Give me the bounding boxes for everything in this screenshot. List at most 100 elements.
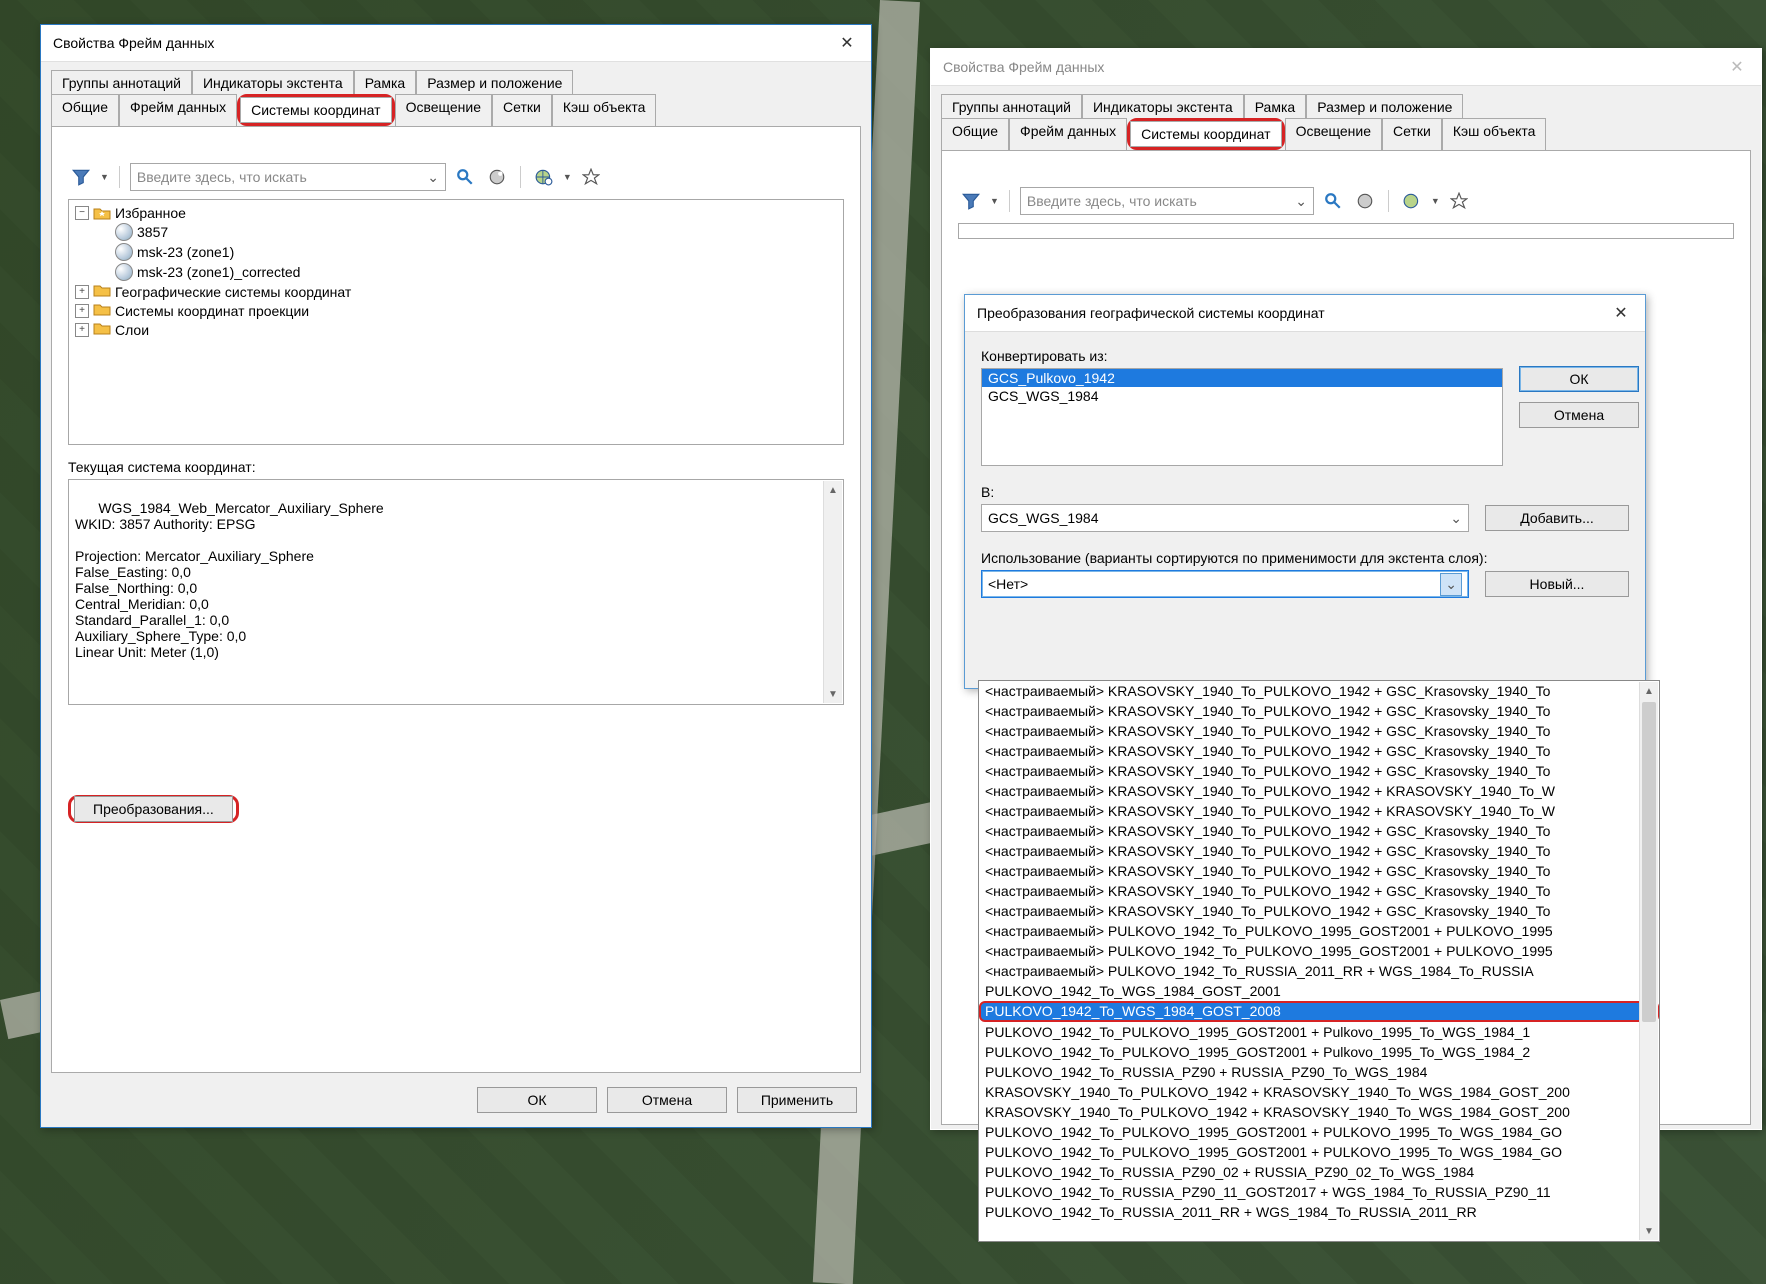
favorites-label[interactable]: Избранное (115, 205, 186, 221)
transformations-button[interactable]: Преобразования... (74, 796, 233, 822)
scrollbar[interactable]: ▲ ▼ (823, 481, 842, 703)
dropdown-item[interactable]: <настраиваемый> KRASOVSKY_1940_To_PULKOV… (979, 821, 1659, 841)
close-icon[interactable]: ✕ (1601, 299, 1641, 327)
dropdown-item[interactable]: <настраиваемый> KRASOVSKY_1940_To_PULKOV… (979, 901, 1659, 921)
favorite-star-icon[interactable] (1446, 188, 1472, 214)
search-icon[interactable] (1320, 188, 1346, 214)
tab-size-position[interactable]: Размер и положение (1306, 94, 1463, 119)
dropdown-item[interactable]: PULKOVO_1942_To_RUSSIA_PZ90 + RUSSIA_PZ9… (979, 1062, 1659, 1082)
list-item[interactable]: GCS_WGS_1984 (982, 387, 1502, 405)
scroll-up-icon[interactable]: ▲ (1640, 682, 1658, 700)
dropdown-caret-icon[interactable]: ▼ (990, 196, 999, 206)
expand-toggle[interactable]: + (75, 285, 89, 299)
tab-extent-indicators[interactable]: Индикаторы экстента (192, 70, 354, 95)
favorite-star-icon[interactable] (578, 164, 604, 190)
scrollbar[interactable]: ▲ ▼ (1639, 682, 1658, 1240)
dropdown-item[interactable]: <настраиваемый> KRASOVSKY_1940_To_PULKOV… (979, 741, 1659, 761)
dropdown-item[interactable]: <настраиваемый> KRASOVSKY_1940_To_PULKOV… (979, 681, 1659, 701)
tab-feature-cache[interactable]: Кэш объекта (552, 94, 657, 126)
search-icon[interactable] (452, 164, 478, 190)
search-input[interactable]: Введите здесь, что искать ⌄ (130, 163, 446, 191)
titlebar[interactable]: Свойства Фрейм данных ✕ (931, 49, 1761, 86)
tab-general[interactable]: Общие (51, 94, 119, 126)
dropdown-item[interactable]: PULKOVO_1942_To_WGS_1984_GOST_2001 (979, 981, 1659, 1001)
scroll-down-icon[interactable]: ▼ (824, 685, 842, 703)
dropdown-item[interactable]: KRASOVSKY_1940_To_PULKOVO_1942 + KRASOVS… (979, 1082, 1659, 1102)
titlebar[interactable]: Свойства Фрейм данных ✕ (41, 25, 871, 62)
chevron-down-icon[interactable]: ⌄ (1440, 573, 1462, 596)
dropdown-item[interactable]: PULKOVO_1942_To_PULKOVO_1995_GOST2001 + … (979, 1122, 1659, 1142)
expand-toggle[interactable]: + (75, 323, 89, 337)
dropdown-item[interactable]: <настраиваемый> KRASOVSKY_1940_To_PULKOV… (979, 801, 1659, 821)
tab-data-frame[interactable]: Фрейм данных (119, 94, 237, 126)
dropdown-item[interactable]: <настраиваемый> KRASOVSKY_1940_To_PULKOV… (979, 761, 1659, 781)
dropdown-item[interactable]: PULKOVO_1942_To_WGS_1984_GOST_2008 (979, 1001, 1659, 1022)
tab-annotation-groups[interactable]: Группы аннотаций (51, 70, 192, 95)
dropdown-caret-icon[interactable]: ▼ (563, 172, 572, 182)
tab-grids[interactable]: Сетки (492, 94, 552, 126)
tab-frame[interactable]: Рамка (354, 70, 417, 95)
globe-add-icon[interactable] (1399, 188, 1425, 214)
dropdown-item[interactable]: PULKOVO_1942_To_PULKOVO_1995_GOST2001 + … (979, 1022, 1659, 1042)
dropdown-item[interactable]: PULKOVO_1942_To_RUSSIA_PZ90_11_GOST2017 … (979, 1182, 1659, 1202)
tab-size-position[interactable]: Размер и положение (416, 70, 573, 95)
dropdown-caret-icon[interactable]: ▼ (1431, 196, 1440, 206)
dropdown-item[interactable]: PULKOVO_1942_To_RUSSIA_PZ90_02 + RUSSIA_… (979, 1162, 1659, 1182)
collapse-toggle[interactable]: − (75, 206, 89, 220)
use-transform-combo[interactable]: <Нет> ⌄ (981, 570, 1469, 598)
tree-folder[interactable]: Географические системы координат (115, 284, 351, 300)
dropdown-item[interactable]: <настраиваемый> PULKOVO_1942_To_PULKOVO_… (979, 941, 1659, 961)
search-input[interactable]: Введите здесь, что искать ⌄ (1020, 187, 1314, 215)
dropdown-caret-icon[interactable]: ▼ (100, 172, 109, 182)
scroll-thumb[interactable] (1642, 702, 1656, 1022)
tab-extent-indicators[interactable]: Индикаторы экстента (1082, 94, 1244, 119)
tree-item[interactable]: 3857 (137, 224, 168, 240)
add-button[interactable]: Добавить... (1485, 505, 1629, 531)
new-button[interactable]: Новый... (1485, 571, 1629, 597)
titlebar[interactable]: Преобразования географической системы ко… (965, 295, 1645, 332)
dropdown-item[interactable]: <настраиваемый> KRASOVSKY_1940_To_PULKOV… (979, 841, 1659, 861)
dropdown-item[interactable]: PULKOVO_1942_To_PULKOVO_1995_GOST2001 + … (979, 1142, 1659, 1162)
dropdown-item[interactable]: <настраиваемый> KRASOVSKY_1940_To_PULKOV… (979, 781, 1659, 801)
tree-item[interactable]: msk-23 (zone1)_corrected (137, 264, 300, 280)
apply-button[interactable]: Применить (737, 1087, 857, 1113)
tab-frame[interactable]: Рамка (1244, 94, 1307, 119)
dropdown-item[interactable]: KRASOVSKY_1940_To_PULKOVO_1942 + KRASOVS… (979, 1102, 1659, 1122)
tab-annotation-groups[interactable]: Группы аннотаций (941, 94, 1082, 119)
cancel-button[interactable]: Отмена (1519, 402, 1639, 428)
tab-illumination[interactable]: Освещение (395, 94, 492, 126)
dropdown-item[interactable]: PULKOVO_1942_To_RUSSIA_2011_RR + WGS_198… (979, 1202, 1659, 1222)
tab-grids[interactable]: Сетки (1382, 118, 1442, 150)
dropdown-item[interactable]: <настраиваемый> KRASOVSKY_1940_To_PULKOV… (979, 881, 1659, 901)
list-item[interactable]: GCS_Pulkovo_1942 (982, 369, 1502, 387)
convert-to-combo[interactable]: GCS_WGS_1984 ⌄ (981, 504, 1469, 532)
spatial-filter-icon[interactable] (484, 164, 510, 190)
dropdown-item[interactable]: <настраиваемый> KRASOVSKY_1940_To_PULKOV… (979, 721, 1659, 741)
scroll-up-icon[interactable]: ▲ (824, 481, 842, 499)
current-cs-text[interactable]: WGS_1984_Web_Mercator_Auxiliary_Sphere W… (68, 479, 844, 705)
tab-illumination[interactable]: Освещение (1285, 118, 1382, 150)
globe-add-icon[interactable] (531, 164, 557, 190)
close-icon[interactable]: ✕ (1717, 53, 1757, 81)
scroll-down-icon[interactable]: ▼ (1640, 1222, 1658, 1240)
dropdown-item[interactable]: PULKOVO_1942_To_PULKOVO_1995_GOST2001 + … (979, 1042, 1659, 1062)
chevron-down-icon[interactable]: ⌄ (427, 169, 439, 186)
ok-button[interactable]: ОК (1519, 366, 1639, 392)
ok-button[interactable]: ОК (477, 1087, 597, 1113)
tab-feature-cache[interactable]: Кэш объекта (1442, 118, 1547, 150)
dropdown-item[interactable]: <настраиваемый> KRASOVSKY_1940_To_PULKOV… (979, 861, 1659, 881)
tab-data-frame[interactable]: Фрейм данных (1009, 118, 1127, 150)
tree-folder[interactable]: Системы координат проекции (115, 303, 309, 319)
cancel-button[interactable]: Отмена (607, 1087, 727, 1113)
dropdown-item[interactable]: <настраиваемый> PULKOVO_1942_To_PULKOVO_… (979, 921, 1659, 941)
convert-from-list[interactable]: GCS_Pulkovo_1942 GCS_WGS_1984 (981, 368, 1503, 466)
dropdown-item[interactable]: <настраиваемый> PULKOVO_1942_To_RUSSIA_2… (979, 961, 1659, 981)
dropdown-item[interactable]: <настраиваемый> KRASOVSKY_1940_To_PULKOV… (979, 701, 1659, 721)
tab-coord-systems[interactable]: Системы координат (1130, 121, 1281, 147)
filter-icon[interactable] (68, 164, 94, 190)
tree-item[interactable]: msk-23 (zone1) (137, 244, 234, 260)
chevron-down-icon[interactable]: ⌄ (1295, 193, 1307, 210)
tab-general[interactable]: Общие (941, 118, 1009, 150)
expand-toggle[interactable]: + (75, 304, 89, 318)
spatial-filter-icon[interactable] (1352, 188, 1378, 214)
